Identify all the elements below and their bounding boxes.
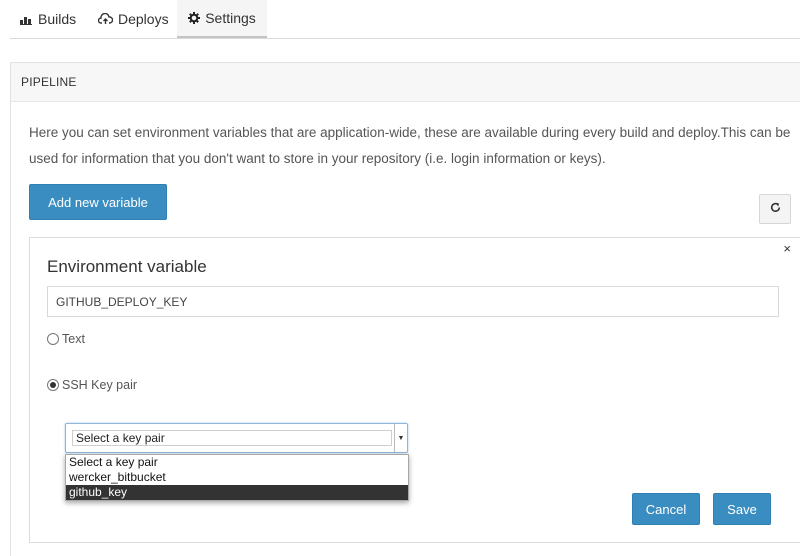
close-icon[interactable]: × (783, 241, 791, 256)
type-text-label: Text (62, 332, 85, 346)
dropdown-option-highlighted[interactable]: github_key (66, 485, 408, 500)
add-variable-button[interactable]: Add new variable (29, 184, 167, 220)
tab-builds-label: Builds (38, 11, 77, 27)
type-text-radio[interactable]: Text (47, 332, 85, 346)
variable-name-input[interactable]: GITHUB_DEPLOY_KEY (47, 286, 779, 317)
type-ssh-radio[interactable]: SSH Key pair (47, 378, 137, 392)
refresh-button[interactable] (759, 194, 791, 224)
panel-description: Here you can set environment variables t… (29, 125, 791, 166)
tab-settings-label: Settings (205, 10, 256, 26)
key-pair-dropdown: Select a key pair wercker_bitbucket gith… (65, 454, 409, 501)
cloud-upload-icon (98, 13, 113, 25)
builds-icon (20, 14, 33, 25)
tab-builds[interactable]: Builds (20, 0, 76, 38)
tab-settings[interactable]: Settings (177, 0, 267, 38)
gear-icon (188, 12, 201, 24)
panel-title: PIPELINE (11, 63, 800, 102)
dropdown-option[interactable]: wercker_bitbucket (66, 470, 408, 485)
tab-bar: Builds Deploys Settings (10, 0, 800, 39)
key-pair-select[interactable]: Select a key pair ▼ (65, 423, 408, 453)
key-pair-select-value: Select a key pair (72, 430, 392, 446)
tab-deploys[interactable]: Deploys (98, 0, 169, 38)
form-title: Environment variable (47, 257, 207, 276)
dropdown-option[interactable]: Select a key pair (66, 455, 408, 470)
pipeline-panel: PIPELINE Here you can set environment va… (10, 62, 800, 556)
cancel-button[interactable]: Cancel (632, 493, 700, 525)
chevron-down-icon: ▼ (394, 424, 407, 452)
radio-circle-icon (47, 333, 59, 345)
save-button[interactable]: Save (713, 493, 771, 525)
tab-deploys-label: Deploys (118, 11, 169, 27)
environment-variable-form: × Environment variable GITHUB_DEPLOY_KEY… (29, 237, 800, 543)
refresh-icon (770, 200, 781, 218)
radio-checked-icon (47, 379, 59, 391)
type-ssh-label: SSH Key pair (62, 378, 138, 392)
